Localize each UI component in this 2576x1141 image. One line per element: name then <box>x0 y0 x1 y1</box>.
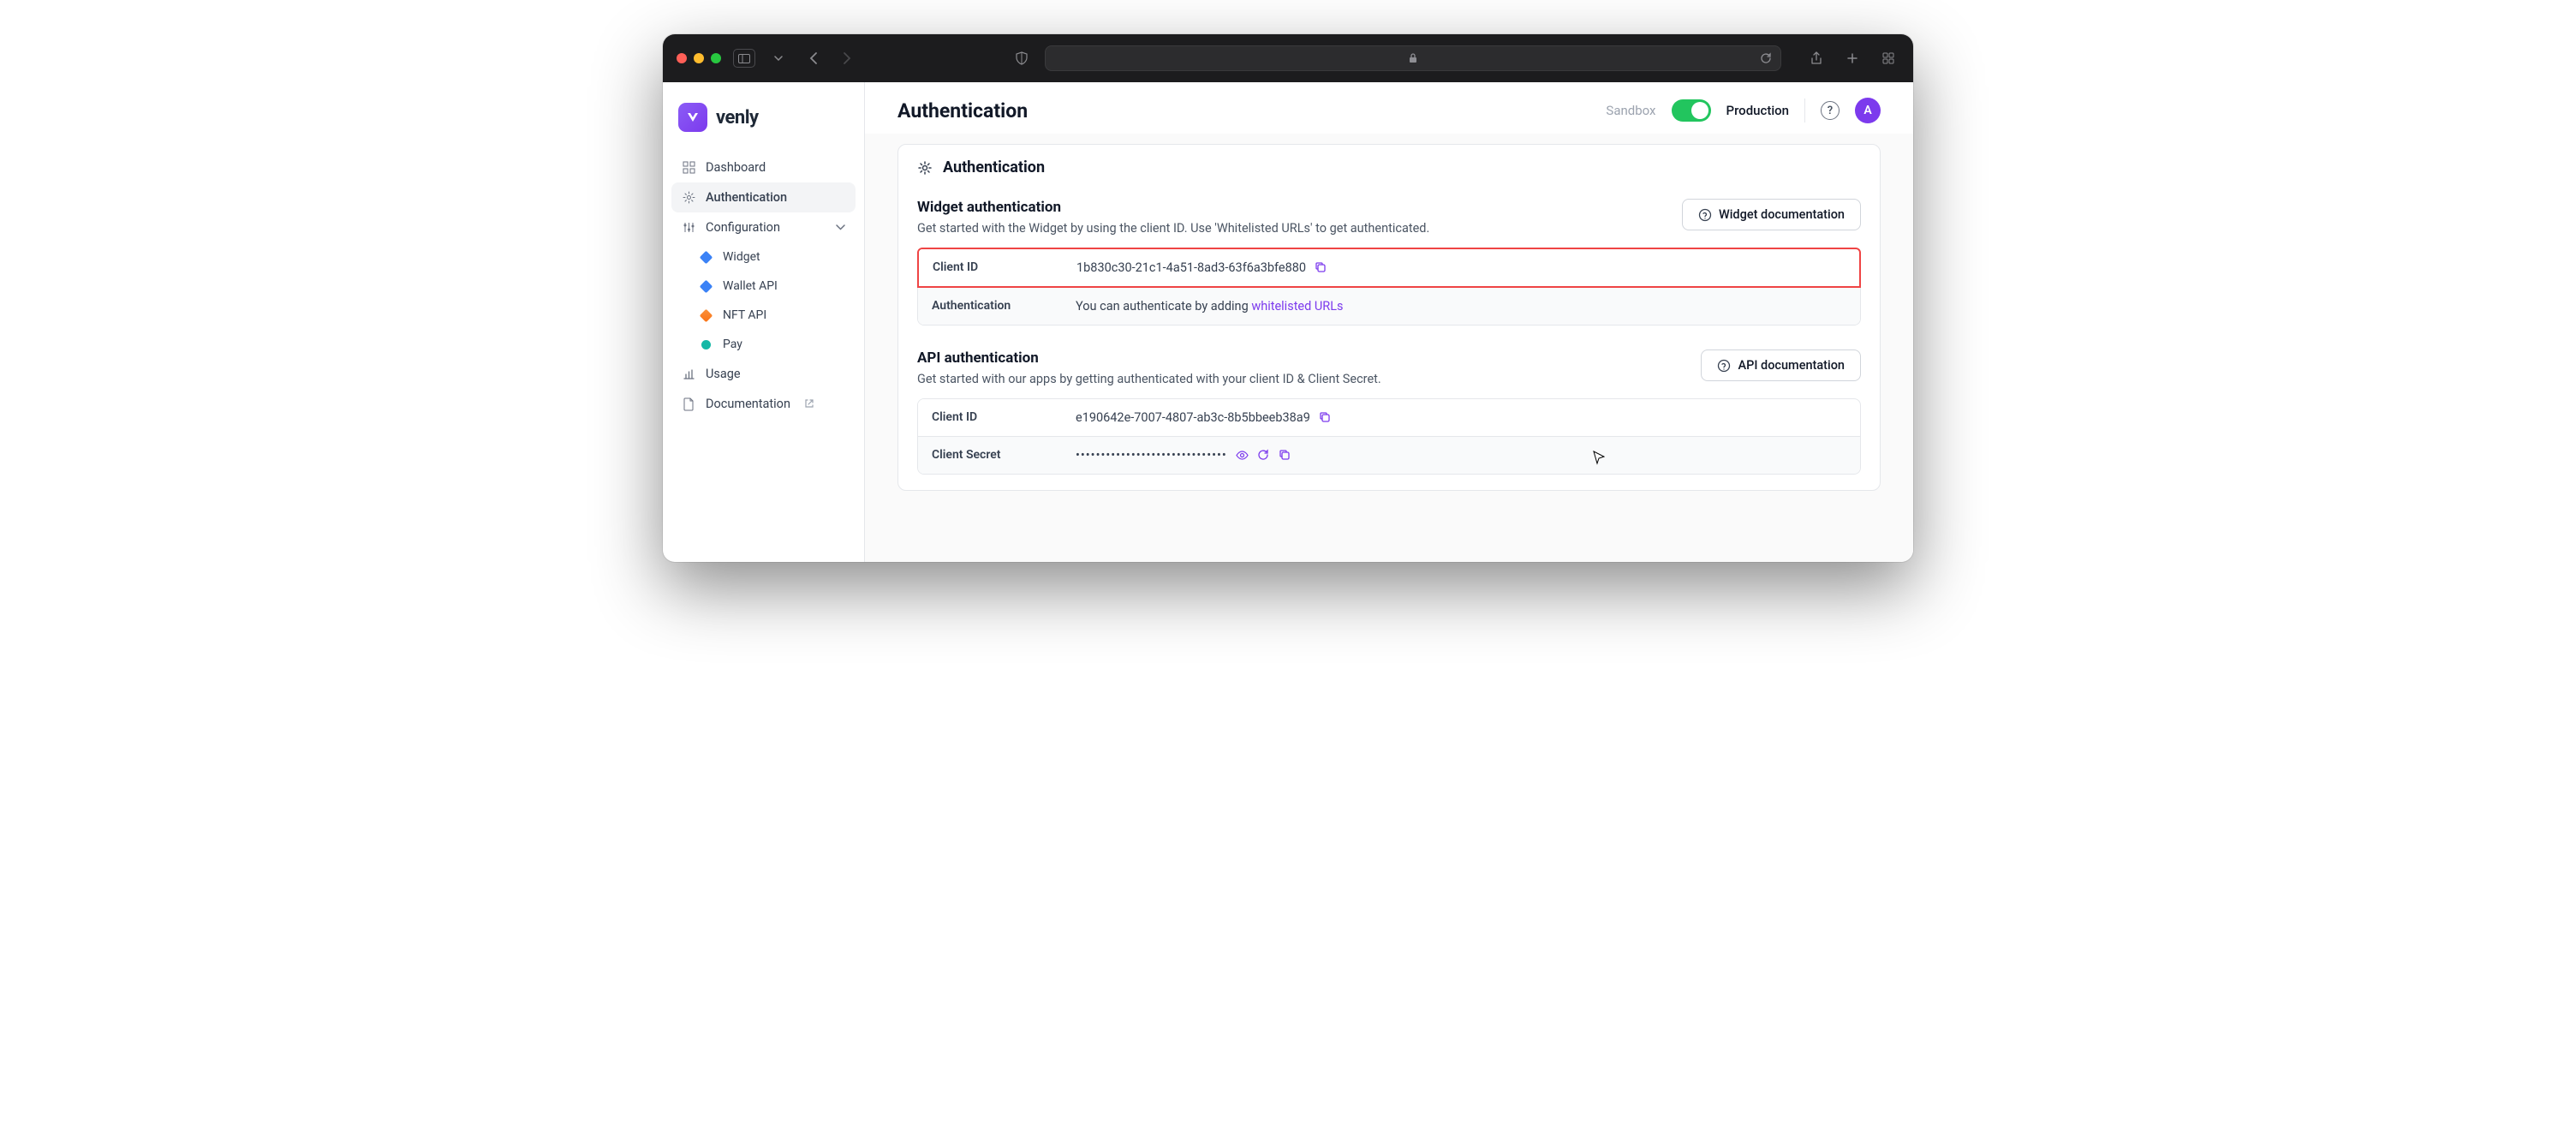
sidebar-item-authentication[interactable]: Authentication <box>671 182 856 212</box>
env-toggle[interactable] <box>1672 99 1711 122</box>
gear-icon <box>682 191 695 205</box>
window-controls <box>677 53 721 63</box>
client-id-label: Client ID <box>919 249 1063 286</box>
client-secret-value: •••••••••••••••••••••••••••••• <box>1076 448 1227 463</box>
main-content: Authentication Sandbox Production ? A Au… <box>865 82 1913 562</box>
gear-icon <box>917 160 933 176</box>
client-secret-label: Client Secret <box>918 437 1062 474</box>
sliders-icon <box>682 221 695 235</box>
sidebar-item-configuration[interactable]: Configuration <box>671 212 856 242</box>
copy-icon[interactable] <box>1319 411 1332 424</box>
copy-icon[interactable] <box>1315 261 1327 274</box>
client-id-label: Client ID <box>918 399 1062 436</box>
widget-auth-table: Authentication You can authenticate by a… <box>917 288 1861 326</box>
card-header: Authentication <box>898 145 1880 190</box>
lock-icon <box>1409 53 1417 63</box>
auth-card: Authentication Widget authentication Get… <box>897 144 1881 491</box>
card-title: Authentication <box>943 158 1045 176</box>
back-button[interactable] <box>802 49 824 68</box>
logo-badge <box>678 103 707 132</box>
chart-icon <box>682 367 695 381</box>
api-documentation-button[interactable]: API documentation <box>1701 349 1861 381</box>
help-circle-icon <box>1698 208 1712 222</box>
sidebar: venly Dashboard Authentication Configura… <box>663 82 865 562</box>
env-production-label: Production <box>1726 103 1790 118</box>
button-label: API documentation <box>1738 358 1845 373</box>
sidebar-label: Authentication <box>706 190 787 205</box>
sidebar-label: Documentation <box>706 397 790 411</box>
sidebar-label: NFT API <box>723 308 766 322</box>
api-auth-table: Client ID e190642e-7007-4807-ab3c-8b5bbe… <box>917 398 1861 475</box>
authentication-label: Authentication <box>918 288 1062 325</box>
topbar: Authentication Sandbox Production ? A <box>865 82 1913 134</box>
sidebar-label: Dashboard <box>706 160 766 175</box>
help-circle-icon <box>1717 359 1731 373</box>
sidebar-item-dashboard[interactable]: Dashboard <box>671 152 856 182</box>
close-window-button[interactable] <box>677 53 687 63</box>
sidebar-label: Usage <box>706 367 741 381</box>
browser-window: venly Dashboard Authentication Configura… <box>663 34 1913 562</box>
share-icon[interactable] <box>1805 49 1828 68</box>
sidebar-label: Configuration <box>706 220 780 235</box>
widget-icon <box>699 250 713 264</box>
widget-client-id-table: Client ID 1b830c30-21c1-4a51-8ad3-63f6a3… <box>917 248 1861 288</box>
pay-icon <box>699 338 713 351</box>
tab-overview-icon[interactable] <box>1877 49 1899 68</box>
api-auth-section: API authentication Get started with our … <box>898 341 1880 490</box>
minimize-window-button[interactable] <box>694 53 704 63</box>
logo[interactable]: venly <box>671 96 856 152</box>
titlebar <box>663 34 1913 82</box>
eye-icon[interactable] <box>1236 449 1249 462</box>
shield-icon[interactable] <box>1011 49 1033 68</box>
sidebar-item-widget[interactable]: Widget <box>671 242 856 272</box>
sidebar-item-usage[interactable]: Usage <box>671 359 856 389</box>
section-desc: Get started with the Widget by using the… <box>917 221 1429 236</box>
sidebar-item-pay[interactable]: Pay <box>671 330 856 359</box>
sidebar-label: Pay <box>723 338 742 351</box>
app-shell: venly Dashboard Authentication Configura… <box>663 82 1913 562</box>
forward-button[interactable] <box>836 49 858 68</box>
widget-documentation-button[interactable]: Widget documentation <box>1682 199 1861 230</box>
wallet-icon <box>699 279 713 293</box>
sidebar-item-nft-api[interactable]: NFT API <box>671 301 856 330</box>
auth-text: You can authenticate by adding whitelist… <box>1076 299 1344 314</box>
divider <box>1804 99 1805 122</box>
tab-dropdown-icon[interactable] <box>767 49 790 68</box>
reload-icon[interactable] <box>1760 52 1772 64</box>
document-icon <box>682 397 695 411</box>
client-id-value: e190642e-7007-4807-ab3c-8b5bbeeb38a9 <box>1076 410 1310 425</box>
env-sandbox-label: Sandbox <box>1606 103 1655 118</box>
grid-icon <box>682 161 695 175</box>
sidebar-item-wallet-api[interactable]: Wallet API <box>671 272 856 301</box>
sidebar-toggle-icon[interactable] <box>733 49 755 68</box>
widget-auth-section: Widget authentication Get started with t… <box>898 190 1880 341</box>
avatar[interactable]: A <box>1855 98 1881 123</box>
copy-icon[interactable] <box>1279 449 1291 462</box>
external-link-icon <box>804 398 815 409</box>
refresh-icon[interactable] <box>1257 449 1270 462</box>
section-title: Widget authentication <box>917 199 1429 216</box>
page-title: Authentication <box>897 99 1028 122</box>
client-id-value: 1b830c30-21c1-4a51-8ad3-63f6a3bfe880 <box>1076 260 1306 275</box>
logo-text: venly <box>716 107 759 128</box>
whitelisted-urls-link[interactable]: whitelisted URLs <box>1251 299 1343 314</box>
sidebar-label: Wallet API <box>723 279 778 293</box>
chevron-down-icon <box>836 224 845 230</box>
section-title: API authentication <box>917 349 1381 367</box>
new-tab-icon[interactable] <box>1841 49 1863 68</box>
address-bar[interactable] <box>1045 45 1781 71</box>
sidebar-item-documentation[interactable]: Documentation <box>671 389 856 419</box>
section-desc: Get started with our apps by getting aut… <box>917 372 1381 386</box>
maximize-window-button[interactable] <box>711 53 721 63</box>
nft-icon <box>699 308 713 322</box>
cursor-icon <box>1593 451 1605 466</box>
help-button[interactable]: ? <box>1821 101 1840 120</box>
button-label: Widget documentation <box>1719 207 1845 222</box>
sidebar-label: Widget <box>723 250 760 264</box>
